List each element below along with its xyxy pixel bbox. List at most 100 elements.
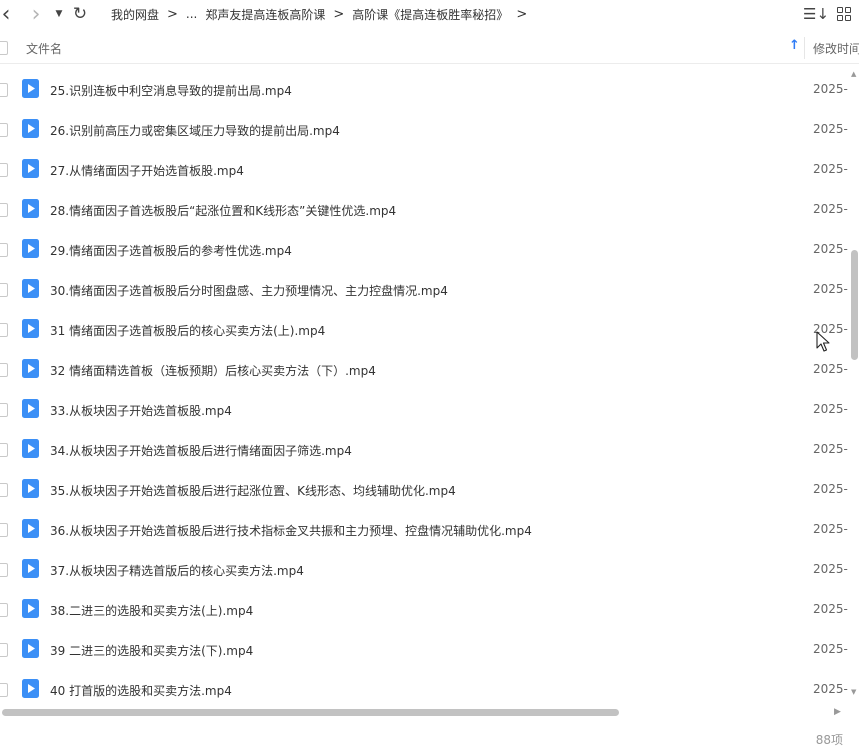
- file-modified-time: 2025-0: [813, 482, 848, 496]
- file-name: 37.从板块因子精选首版后的核心买卖方法.mp4: [50, 564, 304, 578]
- video-file-icon: [22, 79, 39, 98]
- file-row[interactable]: 36.从板块因子开始选首板股后进行技术指标金叉共振和主力预埋、控盘情况辅助优化.…: [0, 510, 848, 550]
- breadcrumb-item-my-drive[interactable]: 我的网盘: [111, 6, 159, 23]
- file-modified-time: 2025-0: [813, 642, 848, 656]
- refresh-icon[interactable]: ↻: [70, 2, 90, 26]
- file-row[interactable]: 37.从板块因子精选首版后的核心买卖方法.mp4 2025-0: [0, 550, 848, 590]
- select-all-checkbox[interactable]: [0, 41, 8, 55]
- file-modified-time: 2025-0: [813, 82, 848, 96]
- file-checkbox[interactable]: [0, 483, 8, 497]
- breadcrumb-item-course[interactable]: 郑声友提高连板高阶课: [205, 6, 325, 23]
- file-modified-time: 2025-0: [813, 522, 848, 536]
- file-checkbox[interactable]: [0, 643, 8, 657]
- file-checkbox[interactable]: [0, 243, 8, 257]
- file-modified-time: 2025-0: [813, 162, 848, 176]
- file-checkbox[interactable]: [0, 323, 8, 337]
- breadcrumb-separator-icon: >: [167, 6, 178, 22]
- file-row[interactable]: 38.二进三的选股和买卖方法(上).mp4 2025-0: [0, 590, 848, 630]
- video-file-icon: [22, 679, 39, 698]
- grid-view-icon[interactable]: [834, 2, 854, 26]
- file-row[interactable]: 28.情绪面因子首选板股后“起涨位置和K线形态”关键性优选.mp4 2025-0: [0, 190, 848, 230]
- file-name: 36.从板块因子开始选首板股后进行技术指标金叉共振和主力预埋、控盘情况辅助优化.…: [50, 524, 532, 538]
- file-list-header: 文件名 ↑ 修改时间: [0, 33, 859, 64]
- vertical-scrollbar-thumb[interactable]: [851, 250, 858, 360]
- file-checkbox[interactable]: [0, 563, 8, 577]
- file-list: 25.识别连板中利空消息导致的提前出局.mp4 2025-0 26.识别前高压力…: [0, 70, 848, 710]
- video-file-icon: [22, 399, 39, 418]
- file-name: 30.情绪面因子选首板股后分时图盘感、主力预埋情况、主力控盘情况.mp4: [50, 284, 448, 298]
- file-row[interactable]: 25.识别连板中利空消息导致的提前出局.mp4 2025-0: [0, 70, 848, 110]
- file-checkbox[interactable]: [0, 203, 8, 217]
- column-divider[interactable]: [804, 37, 805, 59]
- file-row[interactable]: 27.从情绪面因子开始选首板股.mp4 2025-0: [0, 150, 848, 190]
- back-arrow-icon[interactable]: ‹: [0, 2, 16, 27]
- file-name: 33.从板块因子开始选首板股.mp4: [50, 404, 232, 418]
- breadcrumb-expand-icon[interactable]: >: [516, 7, 527, 22]
- file-modified-time: 2025-0: [813, 362, 848, 376]
- file-row[interactable]: 31 情绪面因子选首板股后的核心买卖方法(上).mp4 2025-0: [0, 310, 848, 350]
- file-modified-time: 2025-0: [813, 242, 848, 256]
- file-row[interactable]: 26.识别前高压力或密集区域压力导致的提前出局.mp4 2025-0: [0, 110, 848, 150]
- horizontal-scrollbar-thumb[interactable]: [2, 709, 619, 716]
- video-file-icon: [22, 599, 39, 618]
- sort-list-icon[interactable]: ☰↓: [803, 2, 829, 26]
- file-name: 32 情绪面精选首板（连板预期）后核心买卖方法（下）.mp4: [50, 364, 376, 378]
- mouse-cursor-icon: [816, 331, 830, 352]
- forward-arrow-icon[interactable]: ›: [26, 2, 46, 27]
- file-modified-time: 2025-0: [813, 682, 848, 696]
- column-header-filename[interactable]: 文件名: [26, 40, 62, 57]
- video-file-icon: [22, 279, 39, 298]
- video-file-icon: [22, 439, 39, 458]
- file-modified-time: 2025-0: [813, 402, 848, 416]
- sort-ascending-icon[interactable]: ↑: [789, 38, 800, 53]
- toolbar: ‹ › ▼ ↻ 我的网盘 > ... 郑声友提高连板高阶课 > 高阶课《提高连板…: [0, 0, 859, 28]
- file-modified-time: 2025-0: [813, 562, 848, 576]
- file-modified-time: 2025-0: [813, 202, 848, 216]
- file-checkbox[interactable]: [0, 83, 8, 97]
- video-file-icon: [22, 319, 39, 338]
- video-file-icon: [22, 159, 39, 178]
- history-dropdown-icon[interactable]: ▼: [52, 2, 66, 26]
- file-checkbox[interactable]: [0, 403, 8, 417]
- scroll-up-arrow-icon[interactable]: ▲: [851, 70, 856, 78]
- file-name: 39 二进三的选股和买卖方法(下).mp4: [50, 644, 254, 658]
- breadcrumb-item-current-folder[interactable]: 高阶课《提高连板胜率秘招》: [352, 6, 508, 23]
- column-header-modified-time[interactable]: 修改时间: [813, 40, 859, 57]
- breadcrumb-item-ellipsis[interactable]: ...: [186, 7, 197, 21]
- vertical-scrollbar[interactable]: ▲ ▼: [849, 70, 859, 698]
- file-checkbox[interactable]: [0, 163, 8, 177]
- file-checkbox[interactable]: [0, 523, 8, 537]
- file-row[interactable]: 32 情绪面精选首板（连板预期）后核心买卖方法（下）.mp4 2025-0: [0, 350, 848, 390]
- file-row[interactable]: 29.情绪面因子选首板股后的参考性优选.mp4 2025-0: [0, 230, 848, 270]
- file-modified-time: 2025-0: [813, 602, 848, 616]
- file-row[interactable]: 33.从板块因子开始选首板股.mp4 2025-0: [0, 390, 848, 430]
- scroll-down-arrow-icon[interactable]: ▼: [851, 688, 856, 696]
- file-name: 35.从板块因子开始选首板股后进行起涨位置、K线形态、均线辅助优化.mp4: [50, 484, 456, 498]
- file-row[interactable]: 35.从板块因子开始选首板股后进行起涨位置、K线形态、均线辅助优化.mp4 20…: [0, 470, 848, 510]
- video-file-icon: [22, 359, 39, 378]
- file-checkbox[interactable]: [0, 443, 8, 457]
- file-name: 31 情绪面因子选首板股后的核心买卖方法(上).mp4: [50, 324, 326, 338]
- file-name: 34.从板块因子开始选首板股后进行情绪面因子筛选.mp4: [50, 444, 352, 458]
- file-checkbox[interactable]: [0, 363, 8, 377]
- scroll-right-arrow-icon[interactable]: ▶: [834, 707, 841, 717]
- file-name: 27.从情绪面因子开始选首板股.mp4: [50, 164, 244, 178]
- breadcrumb: 我的网盘 > ... 郑声友提高连板高阶课 > 高阶课《提高连板胜率秘招》 >: [111, 0, 535, 28]
- file-name: 26.识别前高压力或密集区域压力导致的提前出局.mp4: [50, 124, 340, 138]
- file-modified-time: 2025-0: [813, 282, 848, 296]
- file-modified-time: 2025-0: [813, 122, 848, 136]
- file-row[interactable]: 34.从板块因子开始选首板股后进行情绪面因子筛选.mp4 2025-0: [0, 430, 848, 470]
- horizontal-scrollbar[interactable]: ▶: [0, 707, 848, 719]
- file-row[interactable]: 30.情绪面因子选首板股后分时图盘感、主力预埋情况、主力控盘情况.mp4 202…: [0, 270, 848, 310]
- item-count: 88项: [815, 733, 843, 747]
- file-checkbox[interactable]: [0, 683, 8, 697]
- file-name: 25.识别连板中利空消息导致的提前出局.mp4: [50, 84, 292, 98]
- file-row[interactable]: 40 打首版的选股和买卖方法.mp4 2025-0: [0, 670, 848, 710]
- file-row[interactable]: 39 二进三的选股和买卖方法(下).mp4 2025-0: [0, 630, 848, 670]
- file-checkbox[interactable]: [0, 603, 8, 617]
- file-checkbox[interactable]: [0, 123, 8, 137]
- file-name: 38.二进三的选股和买卖方法(上).mp4: [50, 604, 254, 618]
- video-file-icon: [22, 559, 39, 578]
- file-name: 40 打首版的选股和买卖方法.mp4: [50, 684, 232, 698]
- file-checkbox[interactable]: [0, 283, 8, 297]
